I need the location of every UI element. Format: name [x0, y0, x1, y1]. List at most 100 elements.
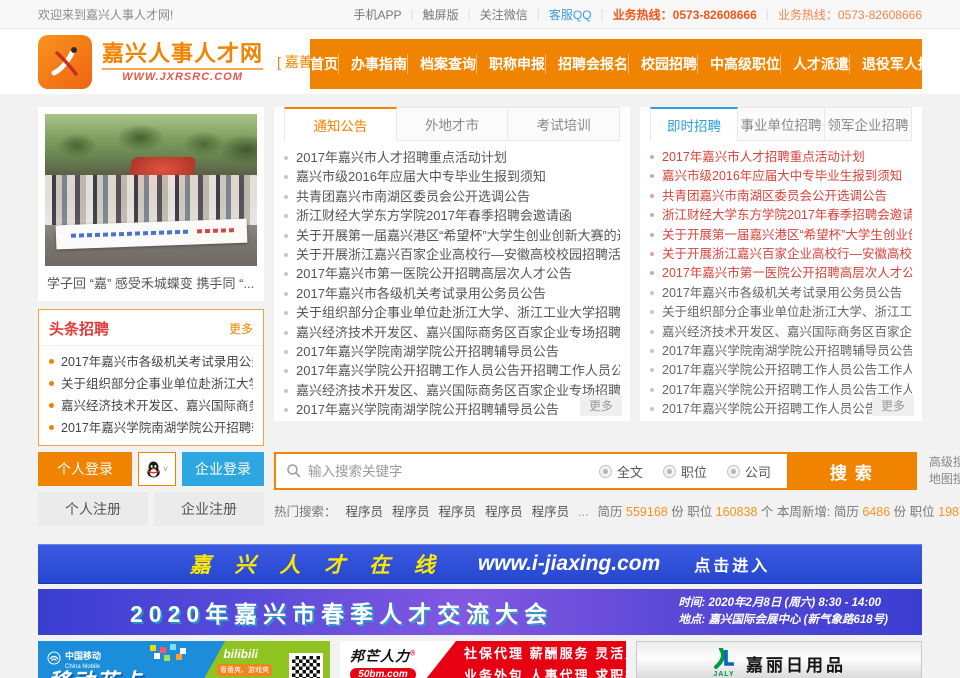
list-item[interactable]: 关于组织部分企事业单位赴浙江大学、浙江工业大...: [650, 303, 912, 322]
personal-login-button[interactable]: 个人登录: [38, 452, 132, 486]
list-item[interactable]: 嘉兴市级2016年应届大中专毕业生报到须知: [650, 167, 912, 186]
hot-term[interactable]: 程序员: [439, 505, 477, 519]
site-stats: 简历 559168 份 职位 160838 个 本周新增: 简历 6486 份 …: [598, 501, 960, 520]
tab-exam-training[interactable]: 考试培训: [508, 107, 620, 141]
recruit-more-link[interactable]: 更多: [872, 395, 914, 416]
list-item[interactable]: 嘉兴经济技术开发区、嘉兴国际商务区百家企业专场招聘会公告: [284, 381, 620, 400]
company-register-button[interactable]: 企业注册: [154, 492, 264, 526]
list-item[interactable]: 嘉兴市级2016年应届大中专毕业生报到须知: [284, 167, 620, 186]
company-login-button[interactable]: 企业登录: [182, 452, 264, 486]
map-search-link[interactable]: 地图搜索: [929, 471, 960, 488]
list-item[interactable]: 嘉兴经济技术开发区、嘉兴国际商务区百家企业专场招聘会公告: [284, 323, 620, 342]
headline-more-link[interactable]: 更多: [229, 320, 253, 337]
topbar-link-app[interactable]: 手机APP: [353, 6, 401, 23]
hot-term[interactable]: 程序员: [392, 505, 430, 519]
login-zone: 个人登录 ˅ 企业登录 个人注册 企业注册: [38, 452, 264, 532]
list-item[interactable]: 关于开展第一届嘉兴港区“希望杯”大学生创业创...: [650, 226, 912, 245]
topbar-link-wechat[interactable]: 关注微信: [480, 6, 528, 23]
list-item[interactable]: 关于开展浙江嘉兴百家企业高校行—安徽高校校园...: [650, 245, 912, 264]
site-logo-icon[interactable]: [38, 35, 92, 89]
list-item[interactable]: 关于开展浙江嘉兴百家企业高校行—安徽高校校园招聘活动的通...: [284, 245, 620, 264]
hotline-secondary: 业务热线：0573-82608666: [778, 6, 922, 23]
resume-count: 559168: [626, 505, 668, 519]
china-mobile-ad[interactable]: 中国移动China Mobile 移动花卡 bilibili 看番爽、游戏爽 季…: [38, 641, 330, 678]
hot-term[interactable]: 程序员: [532, 505, 570, 519]
china-mobile-icon: [47, 651, 61, 665]
nav-item-archives[interactable]: 档案查询: [407, 54, 476, 74]
list-item[interactable]: 关于组织部分企事业单位赴浙江大学...: [49, 373, 253, 395]
site-title[interactable]: 嘉兴人事人才网 WWW.JXRSRC.COM: [102, 41, 263, 83]
tab-leading-enterprise[interactable]: 领军企业招聘: [825, 107, 912, 141]
headline-list: 2017年嘉兴市各级机关考试录用公务... 关于组织部分企事业单位赴浙江大学..…: [39, 346, 263, 445]
list-item[interactable]: 2017年嘉兴市第一医院公开招聘高层次人才公告: [650, 264, 912, 283]
list-item[interactable]: 嘉兴经济技术开发区、嘉兴国际商务区百家企业专...: [650, 323, 912, 342]
nav-item-guide[interactable]: 办事指南: [338, 54, 407, 74]
search-button[interactable]: 搜索: [787, 454, 915, 488]
tab-notice[interactable]: 通知公告: [284, 107, 397, 141]
topbar-link-touch[interactable]: 触屏版: [423, 6, 459, 23]
recruit-tabs: 即时招聘 事业单位招聘 领军企业招聘: [650, 107, 912, 141]
list-item[interactable]: 关于组织部分企事业单位赴浙江大学、浙江工业大学招聘人才的...: [284, 303, 620, 322]
news-photo[interactable]: [45, 114, 257, 266]
hot-term[interactable]: 程序员: [485, 505, 523, 519]
list-item[interactable]: 2017年嘉兴学院南湖学院公开招聘辅导员公告: [284, 400, 620, 419]
welcome-text: 欢迎来到嘉兴人事人才网!: [38, 6, 173, 23]
radio-icon: [727, 465, 740, 478]
bangmang-hr-ad[interactable]: 邦芒人力® 50bm.com 社保代理 薪酬服务 灵活用工 业务外包 人事代理 …: [340, 641, 626, 678]
divider: |: [766, 7, 769, 21]
tab-instant-recruit[interactable]: 即时招聘: [650, 107, 738, 141]
new-resume-count: 6486: [862, 505, 890, 519]
jaly-ad[interactable]: JALY 嘉丽日用品: [636, 641, 922, 678]
topbar-link-qq[interactable]: 客服QQ: [549, 6, 592, 23]
notice-more-link[interactable]: 更多: [580, 395, 622, 416]
list-item[interactable]: 2017年嘉兴学院公开招聘工作人员公告开招聘工作人员公告开...: [284, 361, 620, 380]
hot-term[interactable]: 程序员: [346, 505, 384, 519]
banner1-cta: 点击进入: [694, 552, 770, 576]
nav-item-jobfair[interactable]: 招聘会报名: [545, 54, 628, 74]
radio-position[interactable]: 职位: [663, 462, 707, 481]
personal-register-button[interactable]: 个人注册: [38, 492, 148, 526]
list-item[interactable]: 共青团嘉兴市南湖区委员会公开选调公告: [650, 187, 912, 206]
nav-item-dispatch[interactable]: 人才派遣: [780, 54, 849, 74]
qq-login-button[interactable]: ˅: [138, 452, 176, 486]
nav-item-campus[interactable]: 校园招聘: [628, 54, 697, 74]
bangmang-services: 社保代理 薪酬服务 灵活用工 业务外包 人事代理 求职招聘: [464, 641, 622, 678]
list-item[interactable]: 2017年嘉兴学院公开招聘工作人员公告工作人员...: [650, 361, 912, 380]
nav-item-title-apply[interactable]: 职称申报: [476, 54, 545, 74]
advanced-search-link[interactable]: 高级搜索: [929, 454, 960, 471]
spring-jobfair-banner[interactable]: 2020年嘉兴市春季人才交流大会 时间: 2020年2月8日 (周六) 8:30…: [38, 589, 922, 635]
radio-icon: [663, 465, 676, 478]
news-photo-caption[interactable]: 学子回 “嘉” 感受禾城蝶变 携手同 “...: [45, 266, 257, 294]
news-photo-card: 学子回 “嘉” 感受禾城蝶变 携手同 “...: [38, 107, 264, 301]
list-item[interactable]: 2017年嘉兴市各级机关考试录用公务员公告: [284, 284, 620, 303]
list-item[interactable]: 关于开展第一届嘉兴港区“希望杯”大学生创业创新大赛的通知: [284, 226, 620, 245]
list-item[interactable]: 浙江财经大学东方学院2017年春季招聘会邀请函: [650, 206, 912, 225]
tab-other-cities[interactable]: 外地才市: [397, 107, 509, 141]
recruit-list: 2017年嘉兴市人才招聘重点活动计划 嘉兴市级2016年应届大中专毕业生报到须知…: [650, 148, 912, 420]
list-item[interactable]: 2017年嘉兴市第一医院公开招聘高层次人才公告: [284, 264, 620, 283]
search-side-links: 高级搜索 地图搜索: [929, 452, 960, 490]
radio-company[interactable]: 公司: [727, 462, 771, 481]
banner2-title: 2020年嘉兴市春季人才交流大会: [130, 595, 553, 629]
nav-item-senior-jobs[interactable]: 中高级职位: [697, 54, 780, 74]
list-item[interactable]: 浙江财经大学东方学院2017年春季招聘会邀请函: [284, 206, 620, 225]
nav-item-home[interactable]: 首页: [310, 54, 338, 74]
site-name: 嘉兴人事人才网: [102, 41, 263, 67]
headline-recruit-box: 头条招聘 更多 2017年嘉兴市各级机关考试录用公务... 关于组织部分企事业单…: [38, 309, 264, 446]
tab-public-institution[interactable]: 事业单位招聘: [738, 107, 825, 141]
list-item[interactable]: 2017年嘉兴市各级机关考试录用公务...: [49, 351, 253, 373]
list-item[interactable]: 2017年嘉兴市人才招聘重点活动计划: [650, 148, 912, 167]
list-item[interactable]: 嘉兴经济技术开发区、嘉兴国际商务...: [49, 395, 253, 417]
list-item[interactable]: 2017年嘉兴市人才招聘重点活动计划: [284, 148, 620, 167]
list-item[interactable]: 2017年嘉兴学院南湖学院公开招聘辅...: [49, 417, 253, 439]
list-item[interactable]: 2017年嘉兴学院南湖学院公开招聘辅导员公告: [284, 342, 620, 361]
bangmang-logo: 邦芒人力®: [350, 646, 456, 666]
jaly-logo-text: JALY: [713, 671, 734, 678]
search-input[interactable]: [276, 454, 599, 488]
jiaxing-talent-online-banner[interactable]: 嘉 兴 人 才 在 线 www.i-jiaxing.com 点击进入: [38, 544, 922, 584]
list-item[interactable]: 2017年嘉兴学院南湖学院公开招聘辅导员公告: [650, 342, 912, 361]
list-item[interactable]: 2017年嘉兴市各级机关考试录用公务员公告: [650, 284, 912, 303]
radio-fulltext[interactable]: 全文: [599, 462, 643, 481]
nav-item-veterans[interactable]: 退役军人招聘: [849, 54, 946, 74]
list-item[interactable]: 共青团嘉兴市南湖区委员会公开选调公告: [284, 187, 620, 206]
